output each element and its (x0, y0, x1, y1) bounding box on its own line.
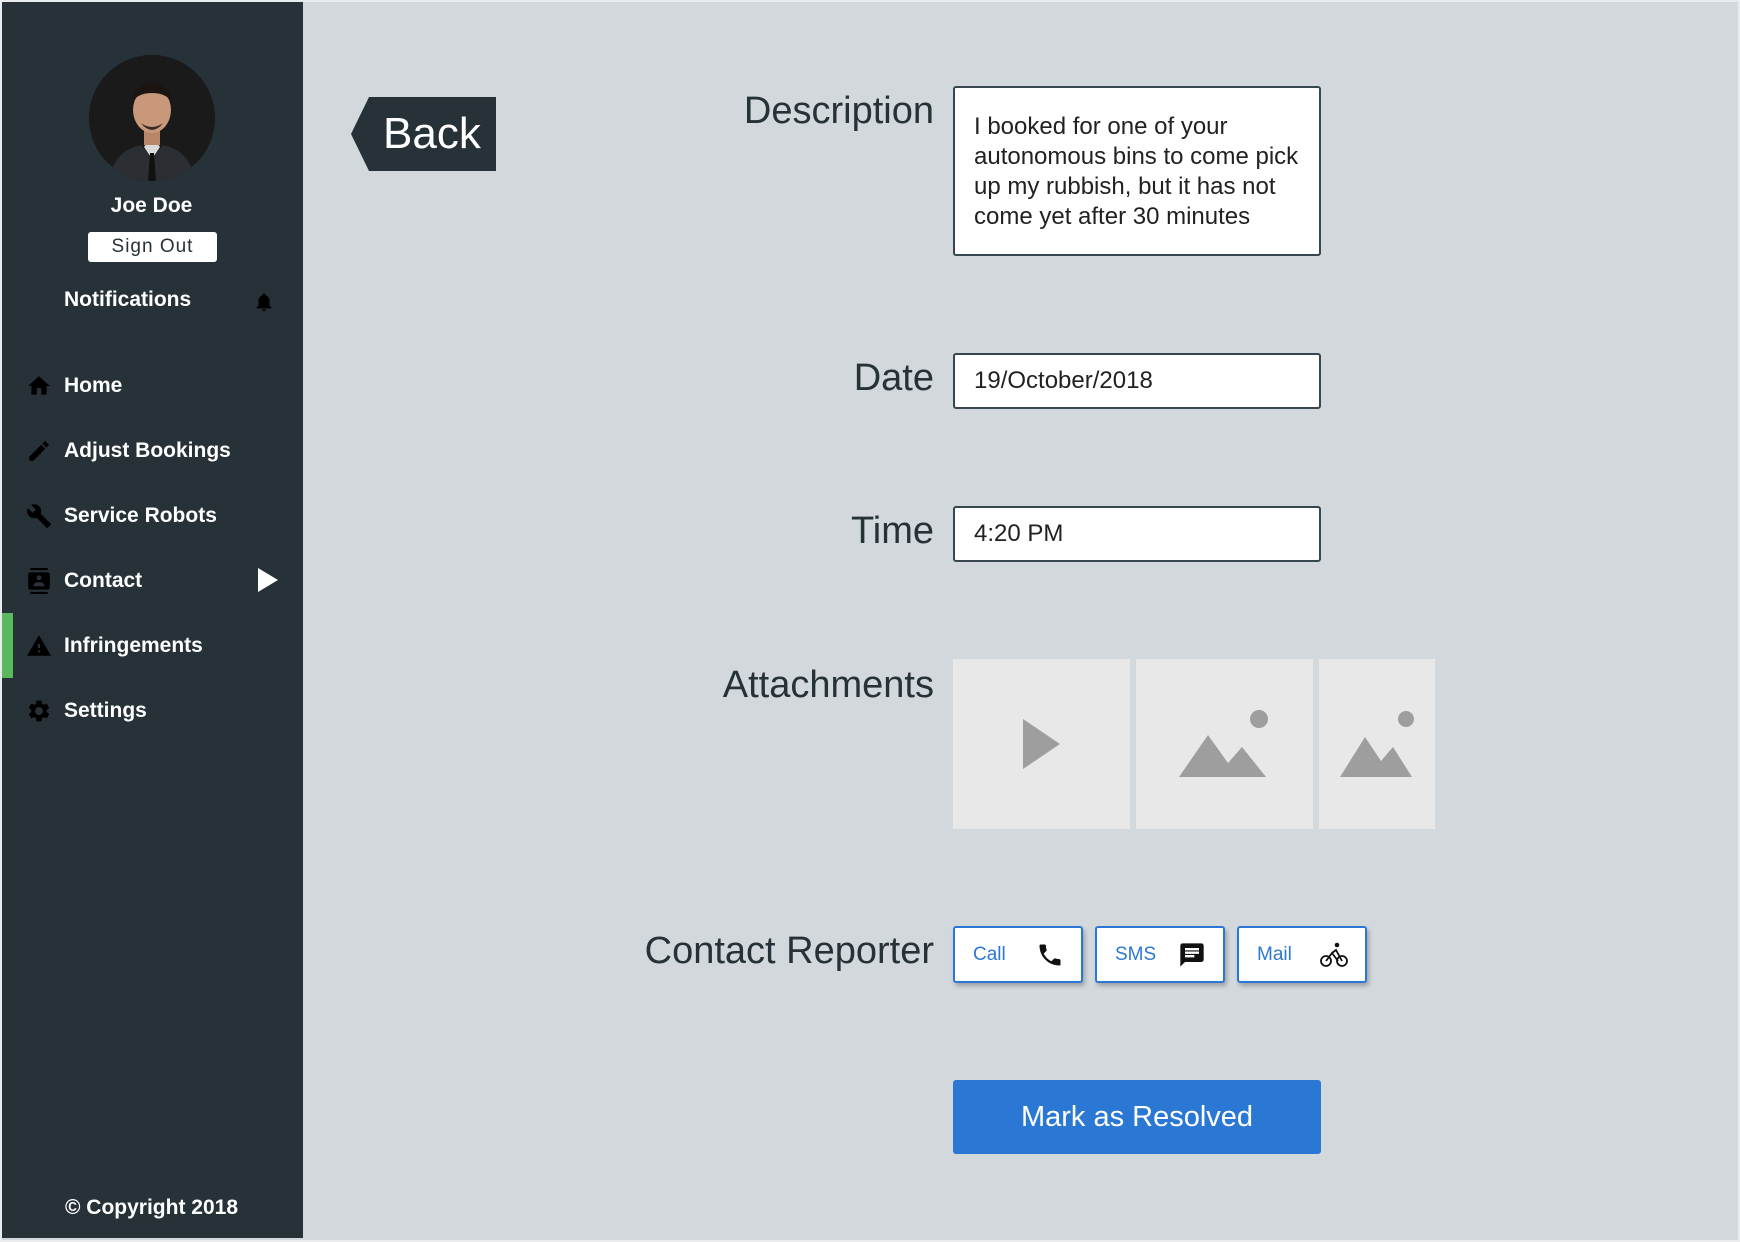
phone-icon (1035, 941, 1065, 969)
sidebar: Joe Doe Sign Out Notifications Home Adju… (0, 0, 303, 1238)
copyright: © Copyright 2018 (64, 1196, 238, 1219)
date-field[interactable]: 19/October/2018 (953, 353, 1321, 409)
back-label: Back (383, 109, 481, 158)
notifications-label[interactable]: Notifications (64, 288, 191, 312)
sidebar-item-label: Infringements (64, 634, 203, 657)
sidebar-item-label: Service Robots (64, 504, 217, 527)
contacts-icon (26, 568, 52, 594)
play-icon (1023, 719, 1060, 769)
attachment-image[interactable] (1136, 659, 1313, 829)
sidebar-item-service-robots[interactable]: Service Robots (0, 483, 303, 548)
call-label: Call (973, 944, 1006, 965)
attachment-video[interactable] (953, 659, 1130, 829)
sign-out-button[interactable]: Sign Out (88, 232, 217, 262)
description-label: Description (743, 90, 934, 132)
time-label: Time (850, 510, 934, 552)
expand-arrow-icon[interactable] (256, 566, 280, 594)
image-icon (1340, 711, 1414, 777)
attachments-label: Attachments (722, 664, 934, 706)
sms-label: SMS (1115, 944, 1157, 965)
sidebar-item-adjust-bookings[interactable]: Adjust Bookings (0, 418, 303, 483)
attachment-image[interactable] (1319, 659, 1435, 829)
mail-button[interactable]: Mail (1237, 926, 1367, 983)
mark-as-resolved-button[interactable]: Mark as Resolved (953, 1080, 1321, 1154)
sidebar-item-label: Contact (64, 569, 143, 592)
gear-icon (26, 698, 52, 724)
sidebar-item-label: Home (64, 374, 123, 397)
sidebar-item-home[interactable]: Home (0, 353, 303, 418)
bicycle-icon (1319, 941, 1349, 969)
warning-icon (26, 633, 52, 659)
sms-button[interactable]: SMS (1095, 926, 1225, 983)
sidebar-item-infringements[interactable]: Infringements (0, 613, 303, 678)
back-button[interactable]: Back (351, 97, 496, 171)
contact-reporter-label: Contact Reporter (644, 930, 934, 972)
call-button[interactable]: Call (953, 926, 1083, 983)
sidebar-item-label: Settings (64, 699, 147, 722)
message-icon (1177, 941, 1207, 969)
avatar (89, 55, 215, 181)
date-label: Date (853, 357, 934, 399)
description-field[interactable]: I booked for one of your autonomous bins… (953, 86, 1321, 256)
pencil-icon (26, 438, 52, 464)
mail-label: Mail (1257, 944, 1292, 965)
home-icon (26, 373, 52, 399)
image-icon (1179, 710, 1268, 777)
sidebar-item-label: Adjust Bookings (64, 439, 231, 462)
user-name: Joe Doe (110, 194, 193, 217)
sidebar-item-settings[interactable]: Settings (0, 678, 303, 743)
sidebar-item-contact[interactable]: Contact (0, 548, 303, 613)
wrench-icon (26, 503, 52, 529)
bell-icon[interactable] (253, 290, 275, 314)
time-field[interactable]: 4:20 PM (953, 506, 1321, 562)
